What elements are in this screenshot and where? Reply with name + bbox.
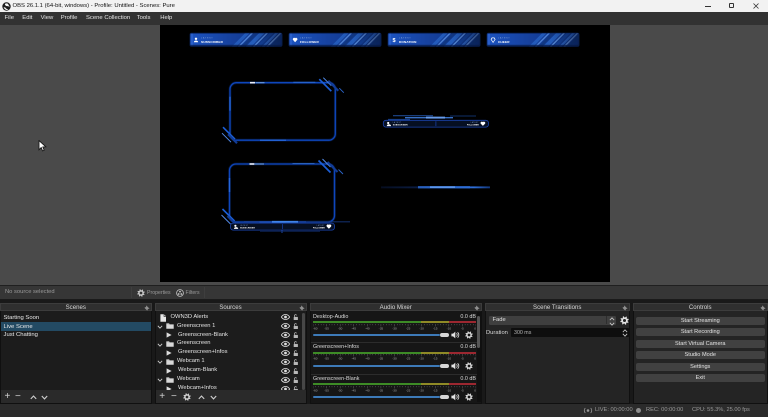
svg-text:-25: -25 — [406, 357, 411, 360]
svg-text:-25: -25 — [406, 388, 411, 391]
svg-text:-55: -55 — [324, 357, 329, 360]
svg-text:-30: -30 — [392, 388, 397, 391]
svg-text:-35: -35 — [379, 388, 384, 391]
svg-text:-10: -10 — [447, 388, 452, 391]
svg-text:SUBSCRIBER: SUBSCRIBER — [240, 228, 255, 230]
svg-text:FOLLOWER: FOLLOWER — [313, 228, 325, 230]
svg-text:-50: -50 — [338, 357, 343, 360]
svg-text:-5: -5 — [461, 388, 464, 391]
svg-text:-55: -55 — [324, 388, 329, 391]
svg-text:SUBSCRIBER: SUBSCRIBER — [201, 40, 224, 44]
svg-text:-35: -35 — [379, 326, 384, 329]
svg-text:-45: -45 — [352, 326, 357, 329]
svg-text:DONATION: DONATION — [399, 40, 417, 44]
svg-text:-60: -60 — [313, 388, 318, 391]
svg-text:-50: -50 — [338, 326, 343, 329]
svg-text:FOLLOWER: FOLLOWER — [467, 125, 479, 127]
svg-text:-40: -40 — [365, 357, 370, 360]
svg-text:-20: -20 — [419, 388, 424, 391]
svg-text:-55: -55 — [324, 326, 329, 329]
svg-text:-20: -20 — [419, 357, 424, 360]
svg-text:-10: -10 — [447, 357, 452, 360]
svg-text:FOLLOWER: FOLLOWER — [300, 40, 320, 44]
svg-text:-15: -15 — [433, 388, 438, 391]
svg-text:-25: -25 — [406, 326, 411, 329]
svg-text:CHEER: CHEER — [498, 40, 510, 44]
svg-text:-45: -45 — [352, 357, 357, 360]
svg-text:-45: -45 — [352, 388, 357, 391]
svg-text:-40: -40 — [365, 326, 370, 329]
svg-text:-15: -15 — [433, 326, 438, 329]
svg-text:-50: -50 — [338, 388, 343, 391]
svg-text:-10: -10 — [447, 326, 452, 329]
svg-text:-60: -60 — [313, 357, 318, 360]
svg-text:-5: -5 — [461, 326, 464, 329]
svg-text:-30: -30 — [392, 357, 397, 360]
svg-text:-15: -15 — [433, 357, 438, 360]
svg-text:-30: -30 — [392, 326, 397, 329]
svg-text:-40: -40 — [365, 388, 370, 391]
svg-text:-5: -5 — [461, 357, 464, 360]
svg-text:SUBSCRIBER: SUBSCRIBER — [393, 125, 408, 127]
svg-text:-60: -60 — [313, 326, 318, 329]
svg-text:-20: -20 — [419, 326, 424, 329]
svg-text:-35: -35 — [379, 357, 384, 360]
